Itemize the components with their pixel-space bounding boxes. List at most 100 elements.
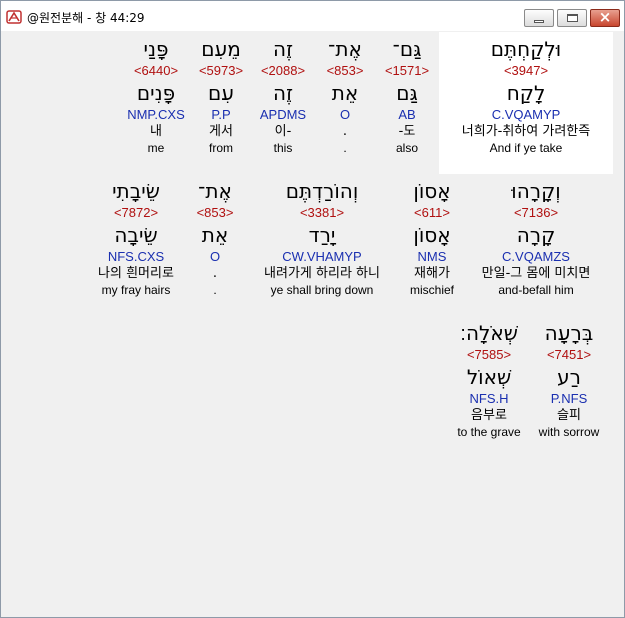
hebrew-word: בְּרָעָה [544, 321, 594, 345]
hebrew-lemma: רַע [557, 365, 581, 389]
strong-number[interactable]: <7136> [465, 205, 607, 221]
english-gloss: mischief [409, 283, 454, 297]
strong-number[interactable]: <6440> [123, 63, 189, 79]
korean-gloss: 내 [150, 124, 162, 139]
morphology-code[interactable]: O [315, 107, 375, 124]
hebrew-lemma: קָרָה [516, 223, 556, 247]
word-block[interactable]: גַּם־ <1571> גַּם AB -도 also [377, 37, 437, 156]
korean-gloss: 재해가 [414, 266, 450, 281]
korean-gloss: . [342, 124, 348, 139]
english-gloss: with sorrow [538, 425, 600, 439]
word-block[interactable]: אֶת־ <853> אֵת O . . [315, 37, 375, 156]
word-block[interactable]: זֶה <2088> זֶה APDMS 이- this [253, 37, 313, 156]
word-block[interactable]: בְּרָעָה <7451> רַע P.NFS 슬피 with sorrow [533, 321, 605, 440]
korean-gloss: -도 [398, 124, 416, 139]
strong-number[interactable]: <5973> [191, 63, 251, 79]
morphology-code[interactable]: APDMS [253, 107, 313, 124]
hebrew-lemma: שֵׂיבָה [114, 223, 158, 247]
morphology-code[interactable]: NFS.H [449, 391, 529, 408]
interlinear-panel[interactable]: וּלְקַחְתֶּם <3947> לָקַח C.VQAMYP 너희가-취… [5, 31, 620, 615]
hebrew-lemma: פָּנִים [136, 81, 176, 105]
word-block[interactable]: אֶת־ <853> אֵת O . . [187, 179, 243, 298]
hebrew-word: אָסוֹן [413, 179, 451, 203]
korean-gloss: 이- [274, 124, 292, 139]
hebrew-lemma: אֵת [331, 81, 359, 105]
english-gloss: . [343, 141, 347, 155]
strong-number[interactable]: <3947> [439, 63, 613, 79]
english-gloss: And if ye take [489, 141, 563, 155]
app-window: @원전분해 - 창 44:29 × וּלְקַחְתֶּם <3947> לָ… [0, 0, 625, 618]
hebrew-word: גַּם־ [392, 37, 422, 61]
hebrew-word: וְהוֹרַדְתֶּם [285, 179, 359, 203]
morphology-code[interactable]: NMS [401, 249, 463, 266]
hebrew-lemma: אָסוֹן [413, 223, 451, 247]
morphology-code[interactable]: O [187, 249, 243, 266]
english-gloss: . [213, 283, 217, 297]
word-block[interactable]: שֵׂיבָתִי <7872> שֵׂיבָה NFS.CXS 나의 흰머리로… [87, 179, 185, 298]
morphology-code[interactable]: NMP.CXS [123, 107, 189, 124]
word-block[interactable]: וּלְקַחְתֶּם <3947> לָקַח C.VQAMYP 너희가-취… [439, 37, 613, 156]
strong-number[interactable]: <2088> [253, 63, 313, 79]
hebrew-word: וּלְקַחְתֶּם [490, 37, 562, 61]
hebrew-word: שֵׂיבָתִי [112, 179, 160, 203]
word-block[interactable]: וְקָרָהוּ <7136> קָרָה C.VQAMZS 만일-그 몸에 … [465, 179, 607, 298]
english-gloss: ye shall bring down [270, 283, 374, 297]
english-gloss: and-befall him [498, 283, 574, 297]
title-bar[interactable]: @원전분해 - 창 44:29 × [1, 1, 624, 31]
english-gloss: to the grave [457, 425, 521, 439]
strong-number[interactable]: <7451> [533, 347, 605, 363]
hebrew-lemma: זֶה [273, 81, 293, 105]
word-block[interactable]: פָּנַי <6440> פָּנִים NMP.CXS 내 me [123, 37, 189, 156]
strong-number[interactable]: <3381> [245, 205, 399, 221]
window-title: @원전분해 - 창 44:29 [27, 11, 145, 25]
strong-number[interactable]: <1571> [377, 63, 437, 79]
strong-number[interactable]: <853> [187, 205, 243, 221]
bible-app-icon [6, 10, 22, 24]
english-gloss: this [273, 141, 293, 155]
morphology-code[interactable]: P.NFS [533, 391, 605, 408]
hebrew-lemma: יָרַד [308, 223, 336, 247]
hebrew-word: זֶה [273, 37, 293, 61]
maximize-button[interactable] [557, 9, 587, 27]
hebrew-word: וְקָרָהוּ [511, 179, 561, 203]
korean-gloss: . [212, 266, 218, 281]
english-gloss: my fray hairs [101, 283, 171, 297]
korean-gloss: 만일-그 몸에 미치면 [481, 266, 591, 281]
hebrew-lemma: עִם [208, 81, 234, 105]
strong-number[interactable]: <611> [401, 205, 463, 221]
strong-number[interactable]: <7585> [449, 347, 529, 363]
hebrew-word: אֶת־ [328, 37, 362, 61]
english-gloss: me [147, 141, 165, 155]
maximize-icon [567, 14, 578, 22]
hebrew-lemma: לָקַח [506, 81, 546, 105]
close-icon: × [598, 8, 612, 26]
hebrew-word: פָּנַי [143, 37, 169, 61]
english-gloss: also [395, 141, 418, 155]
word-block[interactable]: וְהוֹרַדְתֶּם <3381> יָרַד CW.VHAMYP 내려가… [245, 179, 399, 298]
korean-gloss: 너희가-취하여 가려한즉 [461, 124, 591, 139]
morphology-code[interactable]: NFS.CXS [87, 249, 185, 266]
strong-number[interactable]: <7872> [87, 205, 185, 221]
word-block[interactable]: שְׁאֹלָה׃ <7585> שְׁאוֹל NFS.H 음부로 to th… [449, 321, 529, 440]
hebrew-lemma: גַּם [396, 81, 418, 105]
korean-gloss: 나의 흰머리로 [98, 266, 174, 281]
strong-number[interactable]: <853> [315, 63, 375, 79]
close-button[interactable]: × [590, 8, 620, 27]
morphology-code[interactable]: CW.VHAMYP [245, 249, 399, 266]
hebrew-lemma: שְׁאוֹל [466, 365, 512, 389]
minimize-button[interactable] [524, 9, 554, 27]
korean-gloss: 게서 [209, 124, 233, 139]
word-block[interactable]: אָסוֹן <611> אָסוֹן NMS 재해가 mischief [401, 179, 463, 298]
morphology-code[interactable]: C.VQAMZS [465, 249, 607, 266]
korean-gloss: 음부로 [471, 408, 507, 423]
hebrew-lemma: אֵת [201, 223, 229, 247]
word-block[interactable]: מֵעִם <5973> עִם P.P 게서 from [191, 37, 251, 156]
korean-gloss: 내려가게 하리라 하니 [264, 266, 380, 281]
morphology-code[interactable]: P.P [191, 107, 251, 124]
hebrew-word: שְׁאֹלָה׃ [460, 321, 518, 345]
morphology-code[interactable]: AB [377, 107, 437, 124]
hebrew-word: מֵעִם [201, 37, 241, 61]
minimize-icon [534, 20, 544, 23]
morphology-code[interactable]: C.VQAMYP [439, 107, 613, 124]
hebrew-word: אֶת־ [198, 179, 232, 203]
